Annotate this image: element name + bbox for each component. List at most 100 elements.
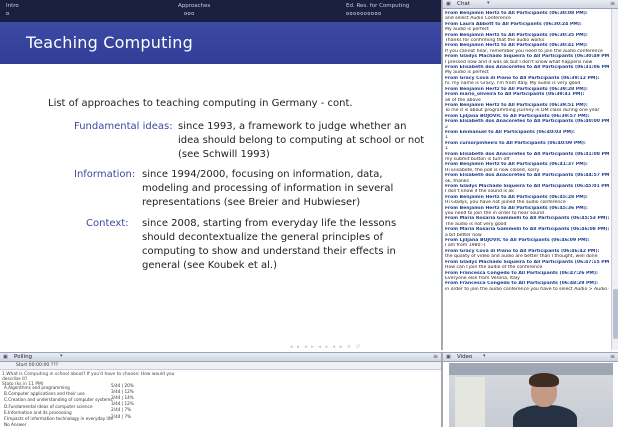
- chat-message: From Benjamin Hertz to All Participants …: [445, 11, 609, 22]
- chat-message: From Elisabeth dos Anacoretes to All Par…: [445, 152, 609, 163]
- chat-message: From Francesca Congedo to All Participan…: [445, 271, 609, 282]
- nav-dots-intro[interactable]: o: [6, 11, 10, 17]
- chat-message: From cursorpinheiro to All Participants …: [445, 141, 609, 146]
- nav-section-approaches[interactable]: Approaches: [178, 3, 210, 10]
- poll-option-label: A.Algorithms and programming: [4, 385, 70, 390]
- chat-message-sender: From Benjamin Hertz to All Participants …: [445, 162, 588, 168]
- chat-message: From Benjamin Hertz to All Participants …: [445, 33, 609, 44]
- slide-body: List of approaches to teaching computing…: [0, 64, 441, 350]
- chat-message: From Gracy Cova di Piano to All Particip…: [445, 76, 609, 87]
- pod-options-icon[interactable]: ▣: [446, 1, 451, 7]
- slide-intro-text: List of approaches to teaching computing…: [48, 98, 353, 109]
- chat-message: From Benjamin Hertz to All Participants …: [445, 103, 609, 114]
- chat-panel-title: Chat: [457, 1, 470, 7]
- chat-message: From Gladys Machado Siqueira to All Part…: [445, 260, 609, 271]
- poll-option-result: 3/44 | 12%: [111, 401, 134, 407]
- chat-scrollbar[interactable]: [611, 9, 618, 350]
- presentation-slide: Intro o Approaches ooo Ed. Res. for Comp…: [0, 0, 442, 350]
- chat-message: From Benjamin Hertz to All Participants …: [445, 162, 609, 173]
- term-line: should decontextualize the general princ…: [142, 232, 384, 243]
- pod-options-icon[interactable]: ▣: [3, 354, 8, 360]
- chevron-down-icon[interactable]: ▾: [487, 0, 490, 6]
- chevron-down-icon[interactable]: ▾: [483, 353, 486, 359]
- nav-section-ed-res[interactable]: Ed. Res. for Computing: [346, 3, 409, 10]
- term-description: since 1993, a framework to judge whether…: [178, 120, 428, 162]
- chat-message: From Elisabeth dos Anacoretes to All Par…: [445, 65, 609, 76]
- pod-menu-icon[interactable]: ≡: [433, 353, 438, 360]
- term-line: since 1993, a framework to judge whether…: [178, 121, 407, 132]
- term-label: Information:: [74, 169, 136, 180]
- chat-message: From Maria Rosaria Gammelli to All Parti…: [445, 216, 609, 227]
- poll-option-result: 2/44 | 7%: [111, 407, 132, 413]
- chat-message-sender: From Gladys Machado Siqueira to All Part…: [445, 54, 609, 60]
- webcam-video-feed[interactable]: [449, 363, 613, 427]
- nav-section-intro[interactable]: Intro: [6, 3, 19, 10]
- video-panel-header: ▣ Video ▾ ≡: [443, 353, 618, 362]
- chat-message: From Gladys Machado Siqueira to All Part…: [445, 54, 609, 65]
- term-line: general (see Koubek et al.): [142, 260, 278, 271]
- scrollbar-thumb[interactable]: [613, 289, 618, 339]
- chat-message: From Benjamin Hertz to All Participants …: [445, 43, 609, 54]
- polling-panel: ▣ Polling ▾ ≡ Start 00:00:00 ??? 1.What …: [0, 352, 442, 427]
- term-line: (see Schwill 1993): [178, 149, 270, 160]
- pod-menu-icon[interactable]: ≡: [610, 353, 615, 360]
- video-panel: ▣ Video ▾ ≡: [442, 352, 618, 427]
- poll-option-result: 2/44 | 7%: [111, 413, 132, 419]
- chat-message-text: in order to join the audio conference yo…: [445, 286, 609, 292]
- term-line: modeling and processing of information i…: [142, 183, 394, 194]
- chat-message-sender: From Elisabeth dos Anacoretes to All Par…: [445, 173, 609, 179]
- chat-message-text: To me it is about programming jsurney in…: [445, 108, 600, 114]
- term-label: Context:: [86, 218, 129, 229]
- slide-navigation-controls[interactable]: ◂ ▸ ◂ ▸ ◂ ▸ ◂ ▸ ≡ ↺: [290, 344, 361, 350]
- term-line: since 1994/2000, focusing on information…: [142, 169, 383, 180]
- chat-message: From Francesca Congedo to All Participan…: [445, 281, 609, 292]
- chat-message-text: the quality of video and audio are bette…: [445, 254, 598, 260]
- polling-panel-title: Polling: [14, 354, 33, 360]
- pod-options-icon[interactable]: ▣: [446, 354, 451, 360]
- chat-panel: ▣ Chat ▾ ≡ From Benjamin Hertz to All Pa…: [442, 0, 618, 350]
- poll-option-label: C.Creation and understanding of computer…: [4, 397, 113, 403]
- chat-panel-header: ▣ Chat ▾ ≡: [443, 0, 618, 9]
- term-description: since 2008, starting from everyday life …: [142, 217, 432, 273]
- chat-message: From Elisabeth dos Anacoretes to All Par…: [445, 119, 609, 124]
- poll-option-result: 5/44 | 20%: [111, 382, 134, 388]
- poll-option-label: D.Fundamental ideas of computer science: [4, 403, 93, 409]
- video-presenter-body: [513, 405, 577, 427]
- term-line: since 2008, starting from everyday life …: [142, 218, 397, 229]
- slide-title: Teaching Computing: [26, 33, 193, 52]
- poll-option-label: F.Impacts of information technology in e…: [4, 416, 113, 421]
- nav-dots-ed-res[interactable]: oooooooooo: [346, 11, 382, 17]
- term-line: idea should belong to computing at schoo…: [178, 135, 425, 146]
- chat-message: From Benjamin Hertz to All Participants …: [445, 195, 609, 206]
- poll-option-label: B.Computer applications and their use: [4, 391, 85, 397]
- polling-toolbar: Start 00:00:00 ???: [0, 362, 441, 370]
- poll-option-label: E.Information and its processing: [4, 409, 72, 415]
- chat-message: From Maria Rosaria Gammelli to All Parti…: [445, 227, 609, 238]
- chevron-down-icon[interactable]: ▾: [60, 353, 63, 359]
- poll-option-result: 3/44 | 12%: [111, 388, 134, 394]
- chat-message: From Benjamin Hertz to All Participants …: [445, 206, 609, 217]
- nav-dots-approaches[interactable]: ooo: [184, 11, 195, 17]
- term-description: since 1994/2000, focusing on information…: [142, 168, 432, 210]
- slide-title-bar: Teaching Computing: [0, 22, 441, 64]
- poll-option-result: 3/44 | 14%: [111, 394, 134, 400]
- pod-menu-icon[interactable]: ≡: [610, 0, 615, 7]
- polling-panel-header: ▣ Polling ▾ ≡: [0, 353, 441, 362]
- poll-question-text: 1.What is Computing in school about? If …: [2, 372, 175, 382]
- chat-message-log[interactable]: From Benjamin Hertz to All Participants …: [445, 11, 609, 348]
- chat-message-sender: From cursorpinheiro to All Participants …: [445, 140, 586, 146]
- chat-message-sender: From Francesca Congedo to All Participan…: [445, 281, 598, 287]
- term-line: computing to show and understand their e…: [142, 246, 396, 257]
- chat-message: From Elisabeth dos Anacoretes to All Par…: [445, 173, 609, 184]
- slide-navigation-bar: Intro o Approaches ooo Ed. Res. for Comp…: [0, 0, 441, 22]
- chat-message-sender: From Elisabeth dos Anacoretes to All Par…: [445, 119, 609, 125]
- term-line: representations (see Breier and Hubwiese…: [142, 197, 361, 208]
- video-panel-title: Video: [457, 354, 473, 360]
- poll-status: Start 00:00:00 ???: [16, 363, 59, 368]
- chat-message: From mario_oliveira to All Participants …: [445, 92, 609, 103]
- chat-message-sender: From Maria Rosaria Gammelli to All Parti…: [445, 227, 609, 233]
- poll-option-label: No Answer: [4, 422, 27, 427]
- video-presenter-hair: [529, 373, 559, 387]
- video-background-door: [455, 377, 485, 427]
- video-background-shelf: [449, 363, 613, 375]
